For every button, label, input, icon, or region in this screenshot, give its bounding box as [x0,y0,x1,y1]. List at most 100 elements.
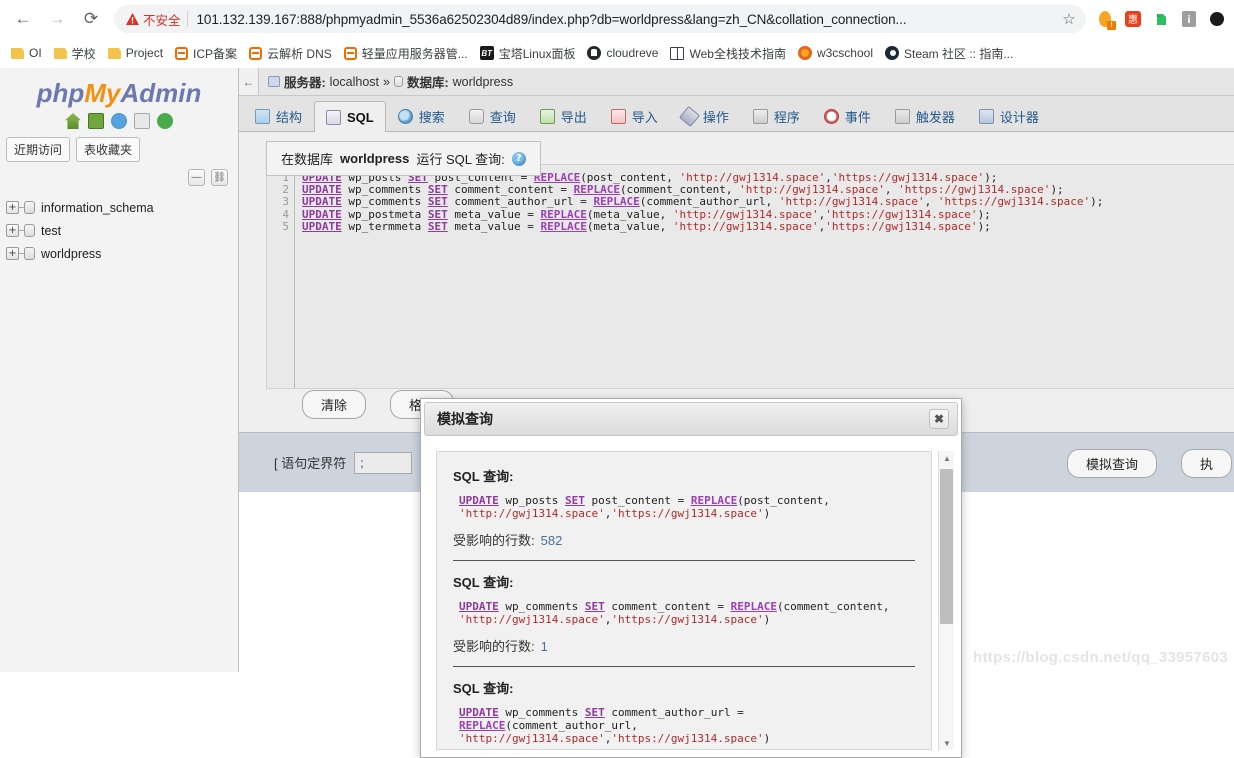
clear-button[interactable]: 清除 [302,390,367,419]
exit-icon[interactable] [88,113,104,129]
address-bar[interactable]: 不安全 101.132.139.167:888/phpmyadmin_5536a… [114,5,1086,33]
sql-code[interactable]: UPDATE wp_posts SET post_content = REPLA… [296,165,1234,388]
breadcrumb-back-button[interactable]: ← [239,68,259,95]
book-icon [670,46,685,60]
divider [453,666,915,667]
tab-routines[interactable]: 程序 [741,101,812,131]
extension-icons: ! 惠 [1092,6,1234,32]
bookmark-label: Project [125,46,164,60]
tab-triggers[interactable]: 触发器 [883,101,967,131]
tab-designer[interactable]: 设计器 [967,101,1051,131]
browser-toolbar: ← → ⟳ 不安全 101.132.139.167:888/phpmyadmin… [0,0,1234,38]
tab-sql[interactable]: SQL [314,101,386,132]
github-icon [587,46,602,60]
discount-icon[interactable]: 惠 [1120,6,1146,32]
dialog-title: 模拟查询 [437,411,493,427]
breadcrumb-server-name[interactable]: localhost [330,75,379,89]
favorite-tables-pill[interactable]: 表收藏夹 [76,137,141,162]
bookmark-label: OI [29,46,42,60]
dark-circle-icon[interactable] [1204,6,1230,32]
tab-structure[interactable]: 结构 [243,101,314,131]
url-text: 101.132.139.167:888/phpmyadmin_5536a6250… [196,11,907,27]
db-tree-item[interactable]: + test [6,219,238,242]
affected-rows-label: 受影响的行数: [453,533,535,548]
scroll-down-icon[interactable]: ▼ [939,736,955,750]
collapse-icon[interactable]: — [188,169,205,186]
scrollbar-thumb[interactable] [940,469,953,624]
docs-icon[interactable] [134,113,150,129]
link-icon[interactable]: ⛓ [211,169,228,186]
query-icon [468,109,484,124]
help-icon[interactable] [111,113,127,129]
bookmark-item[interactable]: w3cschool [793,41,880,65]
breadcrumb: ← 服务器: localhost » 数据库: worldpress [239,68,1234,96]
import-icon [610,109,626,124]
tab-operations[interactable]: 操作 [670,101,741,131]
tab-label: 设计器 [999,110,1039,125]
reload-icon[interactable] [157,113,173,129]
bookmark-item[interactable]: cloudreve [582,41,665,65]
help-icon[interactable]: ? [511,151,526,166]
bookmark-star-icon[interactable]: ☆ [1056,6,1082,32]
delimiter-input[interactable] [354,451,413,474]
reload-button[interactable]: ⟳ [76,4,106,34]
scroll-up-icon[interactable]: ▲ [939,451,955,465]
tab-label: 结构 [276,110,303,125]
db-tree-item[interactable]: + information_schema [6,196,238,219]
tab-label: 操作 [702,110,729,125]
bookmark-item[interactable]: ICP备案 [170,41,244,65]
simulate-query-button[interactable]: 模拟查询 [1066,448,1157,478]
dialog-scrollbar[interactable]: ▲ ▼ [938,451,954,750]
expand-icon[interactable]: + [6,201,19,214]
bookmark-label: w3cschool [816,46,873,60]
bookmark-item[interactable]: Web全栈技术指南 [665,41,792,65]
tab-query[interactable]: 查询 [457,101,528,131]
recent-tables-pill[interactable]: 近期访问 [6,137,71,162]
folder-icon [107,47,121,59]
egg-icon[interactable]: ! [1092,6,1118,32]
db-tree-item[interactable]: + worldpress [6,242,238,265]
link-icon [249,46,263,60]
warning-triangle-icon [126,13,139,25]
sql-textarea[interactable]: 12345 UPDATE wp_posts SET post_content =… [266,164,1234,389]
bookmark-label: Web全栈技术指南 [689,46,786,61]
bookmark-item[interactable]: 云解析 DNS [244,41,339,65]
expand-icon[interactable]: + [6,224,19,237]
breadcrumb-db-name[interactable]: worldpress [453,75,513,89]
events-icon [823,109,839,124]
bookmark-item[interactable]: 学校 [49,41,103,65]
bookmark-item[interactable]: Steam 社区 :: 指南... [880,41,1020,65]
triggers-icon [894,109,910,124]
home-icon[interactable] [65,113,81,129]
forward-button[interactable]: → [42,4,72,34]
phpmyadmin-logo[interactable]: phpMyAdmin [0,68,238,109]
tab-label: 触发器 [915,110,955,125]
tab-label: SQL [347,109,374,125]
back-button[interactable]: ← [8,4,38,34]
bookmark-label: 轻量应用服务器管... [361,46,468,61]
tab-search[interactable]: 搜索 [386,101,457,131]
sql-icon [326,109,342,125]
query-sql-3: UPDATE wp_comments SET comment_author_ur… [459,706,771,745]
designer-icon [978,109,994,124]
breadcrumb-server-label: 服务器: [284,76,326,90]
logo-my: My [84,78,121,108]
info-icon[interactable] [1176,6,1202,32]
tab-export[interactable]: 导出 [528,101,599,131]
bookmark-item[interactable]: BT 宝塔Linux面板 [475,41,583,65]
sidebar-pills: 近期访问 表收藏夹 [0,137,238,162]
bookmark-item[interactable]: 轻量应用服务器管... [339,41,475,65]
tab-label: 导出 [560,110,587,125]
bookmark-item[interactable]: Project [103,41,170,65]
db-name[interactable]: test [41,224,61,238]
delimiter-actions: 模拟查询 执 [1066,433,1234,493]
db-name[interactable]: information_schema [41,201,154,215]
db-name[interactable]: worldpress [41,247,101,261]
close-icon[interactable]: ✖ [929,409,949,429]
evernote-icon[interactable] [1148,6,1174,32]
tab-events[interactable]: 事件 [812,101,883,131]
bookmark-item[interactable]: OI [6,41,49,65]
execute-button[interactable]: 执 [1180,448,1232,478]
tab-import[interactable]: 导入 [599,101,670,131]
expand-icon[interactable]: + [6,247,19,260]
